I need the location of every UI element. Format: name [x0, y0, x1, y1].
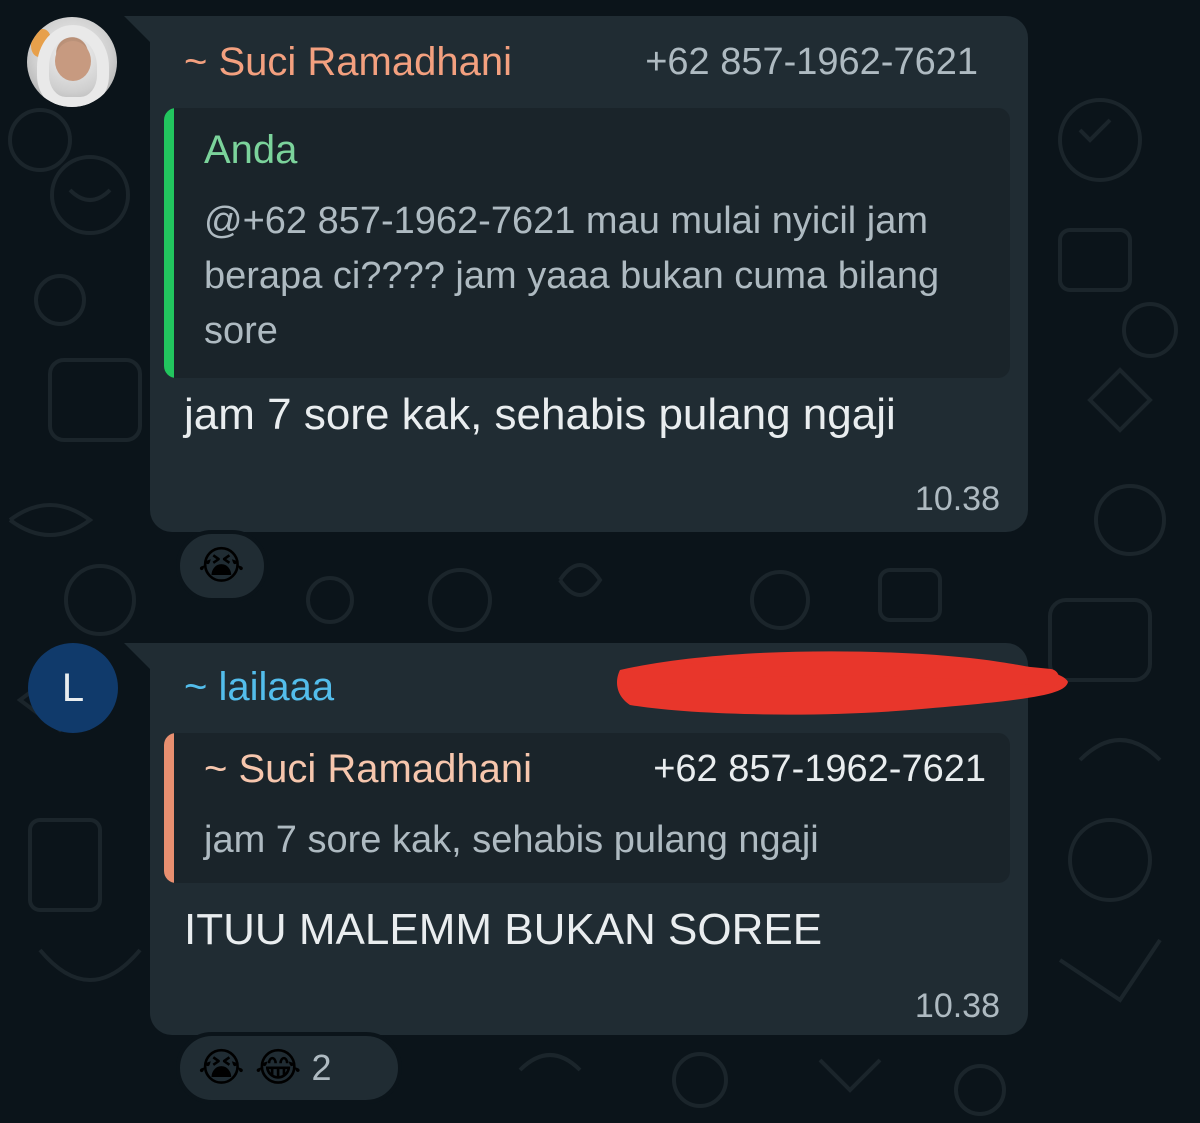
- message-time: 10.38: [914, 987, 1000, 1025]
- bubble-tail: [124, 16, 150, 42]
- message-bubble[interactable]: ~ Suci Ramadhani +62 857-1962-7621 Anda …: [150, 16, 1028, 532]
- redaction-scribble: [617, 651, 1068, 715]
- quote-bar: [164, 108, 174, 378]
- quoted-message[interactable]: Anda @+62 857-1962-7621 mau mulai nyicil…: [164, 108, 1010, 378]
- reactions[interactable]: 😭 😂 2: [176, 1032, 402, 1104]
- laughing-emoji-icon: 😂: [254, 1046, 302, 1090]
- crying-emoji-icon: 😭: [198, 1046, 245, 1090]
- message-time: 10.38: [914, 480, 1000, 518]
- quoted-author: ~ Suci Ramadhani: [204, 747, 532, 791]
- crying-emoji-icon: 😭: [198, 544, 245, 588]
- sender-name[interactable]: ~ lailaaa: [184, 665, 334, 710]
- quoted-message[interactable]: ~ Suci Ramadhani +62 857-1962-7621 jam 7…: [164, 733, 1010, 883]
- sender-row: ~ Suci Ramadhani +62 857-1962-7621: [184, 34, 978, 90]
- sender-phone: +62 857-1962-7621: [645, 40, 978, 83]
- reactions[interactable]: 😭: [176, 530, 268, 602]
- bubble-tail: [124, 643, 150, 669]
- avatar-photo-detail: [55, 41, 91, 81]
- avatar[interactable]: [27, 17, 117, 107]
- message-text: ITUU MALEMM BUKAN SOREE: [184, 905, 823, 954]
- message-text: jam 7 sore kak, sehabis pulang ngaji: [184, 390, 896, 439]
- avatar-letter: L: [61, 665, 85, 710]
- quoted-header: ~ Suci Ramadhani +62 857-1962-7621: [204, 747, 986, 792]
- sender-name[interactable]: ~ Suci Ramadhani: [184, 40, 512, 85]
- reaction-count: 2: [311, 1047, 332, 1088]
- quoted-author-phone: +62 857-1962-7621: [653, 748, 986, 790]
- quoted-author: Anda: [204, 128, 298, 172]
- avatar[interactable]: L: [28, 643, 118, 733]
- quote-bar: [164, 733, 174, 883]
- quoted-text: @+62 857-1962-7621 mau mulai nyicil jam …: [204, 200, 940, 352]
- quoted-text: jam 7 sore kak, sehabis pulang ngaji: [204, 819, 819, 861]
